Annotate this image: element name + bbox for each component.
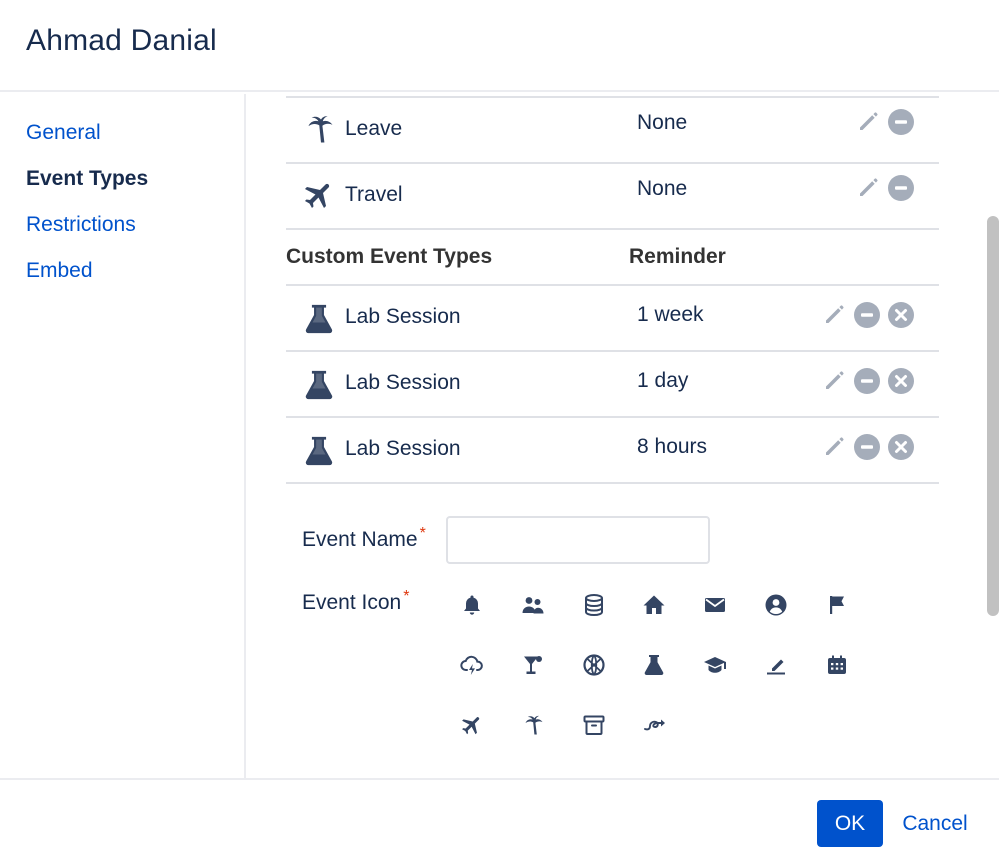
custom-types-header: Custom Event Types Reminder — [286, 230, 939, 286]
cocktail-icon[interactable] — [513, 645, 553, 685]
swirl-arrow-icon[interactable] — [634, 705, 674, 745]
graduation-cap-icon[interactable] — [695, 645, 735, 685]
edit-pencil-icon[interactable] — [820, 301, 848, 329]
flask-icon — [302, 434, 336, 468]
custom-event-row: Lab Session 1 day — [286, 352, 939, 418]
delete-x-icon[interactable] — [887, 433, 915, 461]
scrollbar-thumb[interactable] — [987, 216, 999, 616]
user-circle-icon[interactable] — [756, 585, 796, 625]
required-marker: * — [403, 588, 410, 605]
sidebar-item-embed[interactable]: Embed — [26, 259, 93, 283]
dialog-header: Ahmad Danial — [0, 0, 999, 92]
event-type-row-travel: Travel None — [286, 164, 939, 230]
event-type-reminder: None — [637, 177, 688, 200]
home-icon[interactable] — [634, 585, 674, 625]
settings-sidebar: General Event Types Restrictions Embed — [0, 94, 246, 778]
calendar-icon[interactable] — [817, 645, 857, 685]
flask-icon — [302, 368, 336, 402]
reminder-heading: Reminder — [629, 245, 726, 268]
event-type-name: Leave — [345, 117, 403, 140]
event-types-panel: Leave None Travel None Custom Event Type… — [248, 94, 999, 778]
bell-icon[interactable] — [452, 585, 492, 625]
cancel-button[interactable]: Cancel — [890, 800, 980, 847]
flask-icon[interactable] — [634, 645, 674, 685]
custom-event-row: Lab Session 1 week — [286, 286, 939, 352]
dialog-title: Ahmad Danial — [26, 24, 217, 57]
delete-x-icon[interactable] — [887, 367, 915, 395]
event-type-row-leave: Leave None — [286, 98, 939, 164]
signature-icon[interactable] — [756, 645, 796, 685]
content-scrollbar[interactable] — [985, 94, 999, 778]
event-type-reminder: None — [637, 111, 688, 134]
sidebar-item-event-types[interactable]: Event Types — [26, 167, 148, 191]
flag-icon[interactable] — [817, 585, 857, 625]
people-icon[interactable] — [513, 585, 553, 625]
edit-pencil-icon[interactable] — [854, 108, 882, 136]
edit-pencil-icon[interactable] — [820, 433, 848, 461]
event-type-name: Lab Session — [345, 305, 461, 328]
required-marker: * — [419, 525, 426, 542]
palm-tree-icon[interactable] — [513, 705, 553, 745]
event-type-name: Travel — [345, 183, 403, 206]
event-type-name: Lab Session — [345, 437, 461, 460]
cloud-lightning-icon[interactable] — [452, 645, 492, 685]
database-icon[interactable] — [574, 585, 614, 625]
disable-minus-icon[interactable] — [887, 174, 915, 202]
palm-tree-icon — [302, 112, 336, 146]
ok-button[interactable]: OK — [817, 800, 883, 847]
basketball-icon[interactable] — [574, 645, 614, 685]
archive-icon[interactable] — [574, 705, 614, 745]
event-type-name: Lab Session — [345, 371, 461, 394]
event-icon-label: Event Icon * — [302, 588, 410, 614]
event-type-reminder: 8 hours — [637, 435, 708, 458]
disable-minus-icon[interactable] — [853, 367, 881, 395]
edit-pencil-icon[interactable] — [820, 367, 848, 395]
flask-icon — [302, 302, 336, 336]
event-name-input[interactable] — [446, 516, 710, 564]
envelope-icon[interactable] — [695, 585, 735, 625]
airplane-icon[interactable] — [452, 705, 492, 745]
disable-minus-icon[interactable] — [853, 301, 881, 329]
edit-pencil-icon[interactable] — [854, 174, 882, 202]
airplane-icon — [302, 178, 336, 212]
custom-types-heading: Custom Event Types — [286, 245, 493, 268]
disable-minus-icon[interactable] — [887, 108, 915, 136]
custom-event-row: Lab Session 8 hours — [286, 418, 939, 484]
event-type-reminder: 1 day — [637, 369, 689, 392]
dialog-footer: OK Cancel — [0, 778, 999, 853]
event-name-label: Event Name * — [302, 525, 426, 551]
sidebar-item-general[interactable]: General — [26, 121, 101, 145]
event-type-reminder: 1 week — [637, 303, 704, 326]
delete-x-icon[interactable] — [887, 301, 915, 329]
sidebar-item-restrictions[interactable]: Restrictions — [26, 213, 136, 237]
disable-minus-icon[interactable] — [853, 433, 881, 461]
